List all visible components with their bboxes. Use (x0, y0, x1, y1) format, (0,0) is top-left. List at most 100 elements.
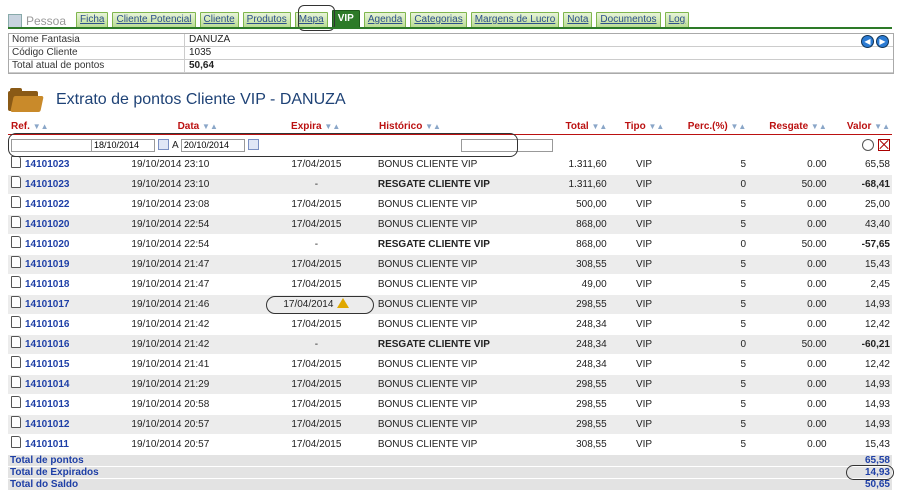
sort-icon[interactable]: ▼▲ (731, 122, 747, 131)
document-icon[interactable] (11, 376, 21, 388)
sort-icon[interactable]: ▼▲ (591, 122, 607, 131)
total-cell: 500,00 (576, 199, 607, 210)
perc-cell: 5 (740, 319, 747, 330)
expira-cell: 17/04/2015 (265, 275, 368, 294)
expira-text: - (314, 179, 319, 190)
ref-link[interactable]: 14101020 (25, 239, 70, 250)
tab-documentos[interactable]: Documentos (596, 12, 661, 28)
tab-categorias[interactable]: Categorias (410, 12, 467, 28)
document-icon[interactable] (11, 276, 21, 288)
perc-cell: 5 (740, 199, 747, 210)
document-icon[interactable] (11, 356, 21, 368)
person-text: Pessoa (26, 14, 67, 28)
expira-text: 17/04/2015 (291, 319, 342, 330)
document-icon[interactable] (11, 156, 21, 168)
column-header[interactable]: Data ▼▲ (125, 120, 264, 134)
ref-link[interactable]: 14101015 (25, 359, 70, 370)
sort-icon[interactable]: ▼▲ (649, 122, 665, 131)
historico-cell: BONUS CLIENTE VIP (377, 359, 478, 370)
valor-cell: 14,93 (864, 419, 890, 430)
previous-icon[interactable]: ◀ (861, 35, 874, 48)
filter-highlight (8, 133, 518, 157)
document-icon[interactable] (11, 296, 21, 308)
tipo-cell: VIP (635, 219, 653, 230)
document-icon[interactable] (11, 176, 21, 188)
expira-cell: - (265, 175, 368, 194)
document-icon[interactable] (11, 416, 21, 428)
ref-link[interactable]: 14101016 (25, 339, 70, 350)
tipo-cell: VIP (635, 339, 653, 350)
ref-link[interactable]: 14101019 (25, 259, 70, 270)
tipo-cell: VIP (635, 379, 653, 390)
column-header[interactable]: Expira ▼▲ (264, 120, 367, 134)
document-icon[interactable] (11, 256, 21, 268)
perc-cell: 5 (740, 219, 747, 230)
sort-icon[interactable]: ▼▲ (324, 122, 340, 131)
column-header[interactable]: Valor ▼▲ (837, 120, 892, 134)
ref-link[interactable]: 14101012 (25, 419, 70, 430)
tab-vip[interactable]: VIP (331, 10, 360, 28)
valor-cell: 15,43 (864, 259, 890, 270)
ref-link[interactable]: 14101014 (25, 379, 70, 390)
sort-icon[interactable]: ▼▲ (874, 122, 890, 131)
table-row: 14101011 19/10/2014 20:57 17/04/2015 BONUS … (8, 435, 892, 455)
clear-filter-icon[interactable] (878, 139, 890, 151)
column-header-label: Expira (291, 121, 322, 132)
info-label: Código Cliente (9, 47, 185, 59)
tab-agenda[interactable]: Agenda (363, 12, 407, 28)
expired-highlight (266, 296, 374, 314)
tipo-cell: VIP (635, 179, 653, 190)
tab-margens-de-lucro[interactable]: Margens de Lucro (470, 12, 560, 28)
document-icon[interactable] (11, 216, 21, 228)
historico-cell: RESGATE CLIENTE VIP (377, 179, 490, 190)
tab-nota[interactable]: Nota (563, 12, 593, 28)
expira-text: 17/04/2015 (291, 399, 342, 410)
valor-cell: -60,21 (861, 339, 890, 350)
valor-cell: 25,00 (864, 199, 890, 210)
next-icon[interactable]: ▶ (876, 35, 889, 48)
column-header[interactable]: Resgate ▼▲ (756, 120, 836, 134)
info-row: Código Cliente 1035 (9, 47, 893, 60)
ref-link[interactable]: 14101018 (25, 279, 70, 290)
tab-ficha[interactable]: Ficha (76, 12, 109, 28)
tab-cliente[interactable]: Cliente (199, 12, 239, 28)
ref-link[interactable]: 14101017 (25, 299, 70, 310)
column-header[interactable]: Perc.(%) ▼▲ (678, 120, 756, 134)
ref-link[interactable]: 14101016 (25, 319, 70, 330)
ref-link[interactable]: 14101013 (25, 399, 70, 410)
tab-produtos[interactable]: Produtos (242, 12, 291, 28)
ref-link[interactable]: 14101020 (25, 219, 70, 230)
document-icon[interactable] (11, 336, 21, 348)
tab-cliente-potencial[interactable]: Cliente Potencial (112, 12, 196, 28)
document-icon[interactable] (11, 236, 21, 248)
ref-link[interactable]: 14101011 (25, 439, 69, 450)
info-row: Nome Fantasia DANUZA (9, 34, 893, 47)
ref-cell: 14101019 (8, 255, 125, 274)
sort-icon[interactable]: ▼▲ (33, 122, 49, 131)
ref-cell: 14101016 (8, 315, 125, 334)
column-header[interactable]: Ref. ▼▲ (8, 120, 125, 134)
column-header[interactable]: Total ▼▲ (531, 120, 611, 134)
date-cell: 19/10/2014 23:08 (131, 199, 210, 210)
document-icon[interactable] (11, 436, 21, 448)
total-row: Total de pontos 65,58 (8, 455, 892, 467)
sort-icon[interactable]: ▼▲ (202, 122, 218, 131)
column-header[interactable]: Tipo ▼▲ (611, 120, 678, 134)
info-label: Nome Fantasia (9, 34, 185, 46)
sort-icon[interactable]: ▼▲ (811, 122, 827, 131)
search-filter-button[interactable] (862, 139, 874, 151)
ref-link[interactable]: 14101022 (25, 199, 70, 210)
ref-link[interactable]: 14101023 (25, 179, 70, 190)
valor-cell: 43,40 (864, 219, 890, 230)
document-icon[interactable] (11, 196, 21, 208)
column-header-label: Data (177, 121, 200, 132)
document-icon[interactable] (11, 396, 21, 408)
sort-icon[interactable]: ▼▲ (425, 122, 441, 131)
document-icon[interactable] (11, 316, 21, 328)
folder-icon (8, 88, 44, 112)
resgate-cell: 0.00 (807, 319, 827, 330)
column-header[interactable]: Histórico ▼▲ (367, 120, 531, 134)
table-row: 14101013 19/10/2014 20:58 17/04/2015 BONUS … (8, 395, 892, 415)
tab-log[interactable]: Log (664, 12, 690, 28)
ref-link[interactable]: 14101023 (25, 159, 70, 170)
